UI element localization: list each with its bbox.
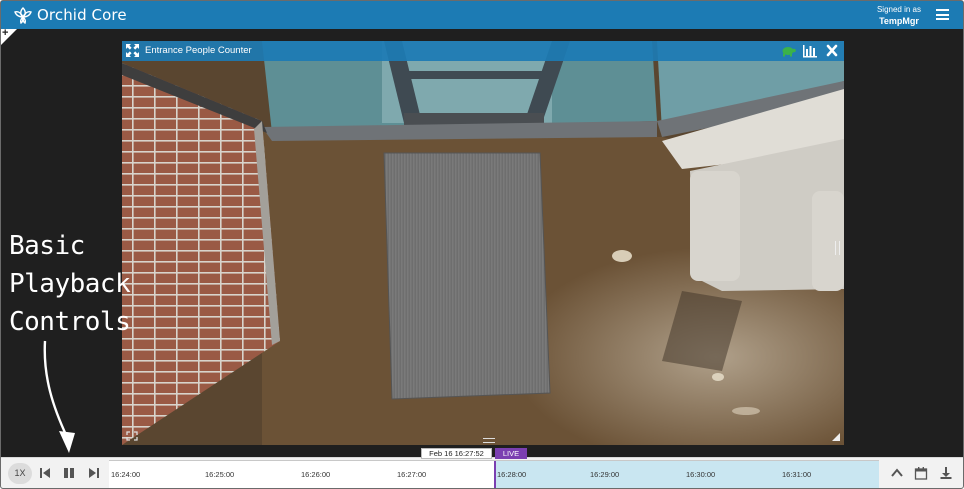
close-icon[interactable] — [824, 43, 840, 58]
current-datetime: Feb 16 16:27:52 — [421, 448, 492, 459]
turtle-icon[interactable] — [780, 43, 796, 58]
timeline-track[interactable]: 16:24:00 16:25:00 16:26:00 16:27:00 16:2… — [109, 460, 879, 488]
timeline-tick: 16:24:00 — [111, 470, 141, 479]
camera-tile[interactable]: Entrance People Counter — [122, 41, 844, 445]
annotation-line: Basic — [9, 231, 85, 261]
app-frame: Orchid Core Signed in as TempMgr + Entra… — [0, 0, 964, 489]
username: TempMgr — [879, 16, 919, 26]
download-icon[interactable] — [939, 466, 953, 480]
hamburger-menu-icon[interactable] — [936, 9, 949, 20]
fullscreen-icon[interactable] — [126, 431, 138, 441]
tile-title: Entrance People Counter — [145, 45, 252, 56]
playhead[interactable] — [494, 461, 496, 488]
tile-toolbar — [780, 43, 840, 58]
tile-resize-handle-bottom[interactable] — [483, 438, 495, 443]
calendar-icon[interactable] — [914, 466, 928, 480]
pause-icon[interactable] — [62, 466, 76, 480]
playback-bar: 1X 16:24:00 16:25:00 16:26:00 16:27:00 1… — [1, 457, 963, 488]
timeline-tick: 16:31:00 — [782, 470, 812, 479]
playback-speed-button[interactable]: 1X — [8, 463, 32, 484]
annotation-text: Basic Playback Controls — [9, 227, 131, 341]
annotation-line: Controls — [9, 307, 131, 337]
tile-resize-handle-right[interactable] — [835, 241, 840, 255]
app-title: Orchid Core — [37, 6, 127, 24]
add-icon[interactable]: + — [2, 27, 8, 39]
skip-forward-icon[interactable] — [87, 466, 101, 480]
signed-in-label: Signed in as — [876, 5, 921, 14]
signed-in-info: Signed in as TempMgr — [877, 5, 921, 26]
tile-header[interactable]: Entrance People Counter — [122, 41, 844, 61]
skip-back-icon[interactable] — [38, 466, 52, 480]
timeline-tick: 16:28:00 — [497, 470, 527, 479]
orchid-logo-icon — [14, 7, 32, 24]
annotation-line: Playback — [9, 269, 131, 299]
chevron-up-icon[interactable] — [890, 466, 904, 480]
expand-icon[interactable] — [126, 44, 139, 57]
app-logo[interactable]: Orchid Core — [13, 6, 127, 24]
live-button[interactable]: LIVE — [495, 448, 527, 459]
timeline-tick: 16:27:00 — [397, 470, 427, 479]
timeline-tick: 16:25:00 — [205, 470, 235, 479]
timeline-tick: 16:29:00 — [590, 470, 620, 479]
camera-video-feed — [122, 41, 844, 445]
top-bar: Orchid Core Signed in as TempMgr — [1, 1, 963, 29]
tile-resize-corner[interactable] — [832, 433, 840, 441]
timeline-tick: 16:26:00 — [301, 470, 331, 479]
annotation-arrow-icon — [43, 340, 75, 453]
timeline-tick: 16:30:00 — [686, 470, 716, 479]
analytics-chart-icon[interactable] — [802, 43, 818, 58]
